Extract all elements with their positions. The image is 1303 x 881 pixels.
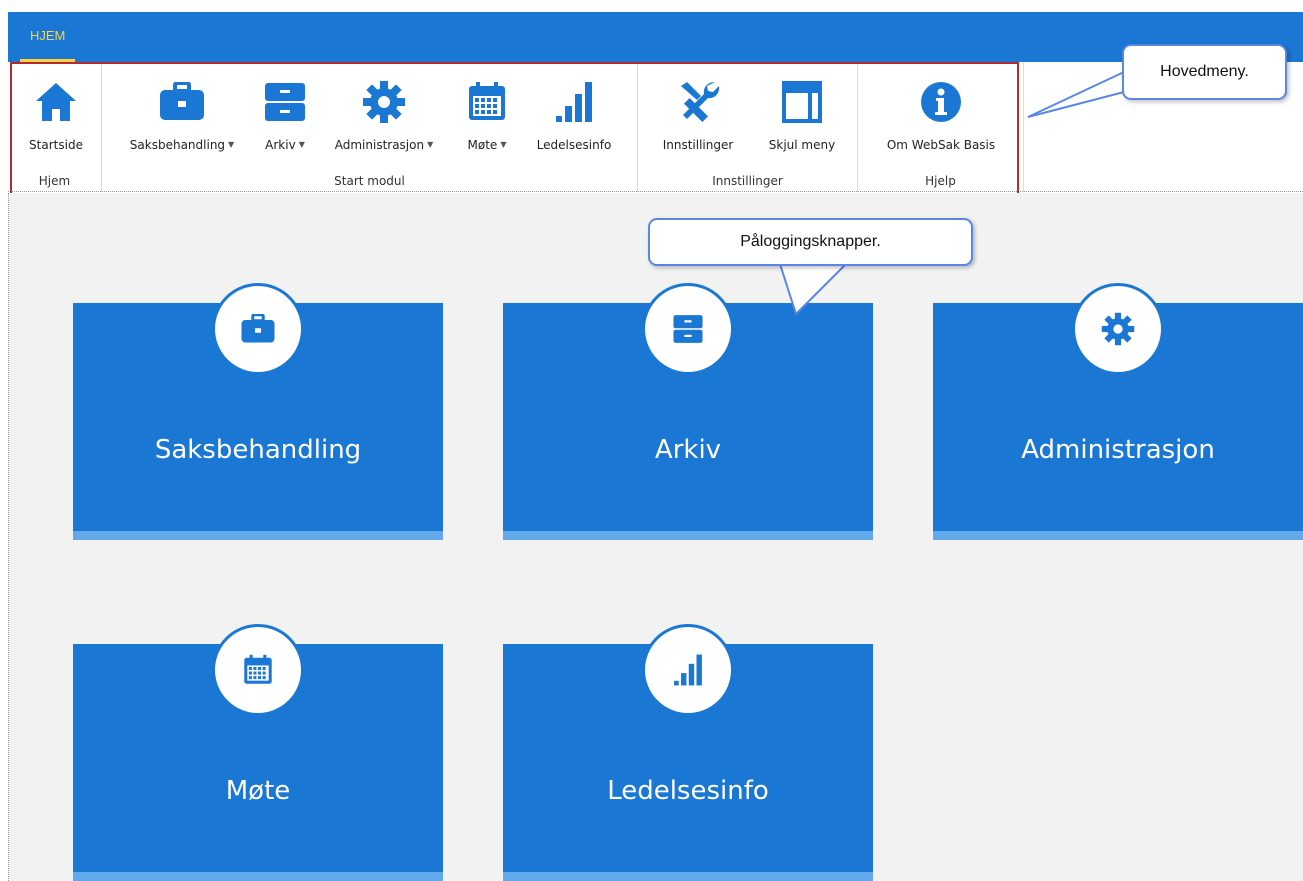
callout-hovedmeny: Hovedmeny. — [1122, 44, 1287, 100]
callout-hovedmeny-text: Hovedmeny. — [1160, 63, 1249, 80]
callout-paloggingsknapper: Påloggingsknapper. — [648, 218, 973, 266]
callout-paloggingsknapper-text: Påloggingsknapper. — [740, 233, 881, 250]
app-window: HJEM Startside Hjem Saksbehandling ▼ Ark… — [0, 0, 1303, 881]
callout-pointers — [779, 71, 1125, 316]
